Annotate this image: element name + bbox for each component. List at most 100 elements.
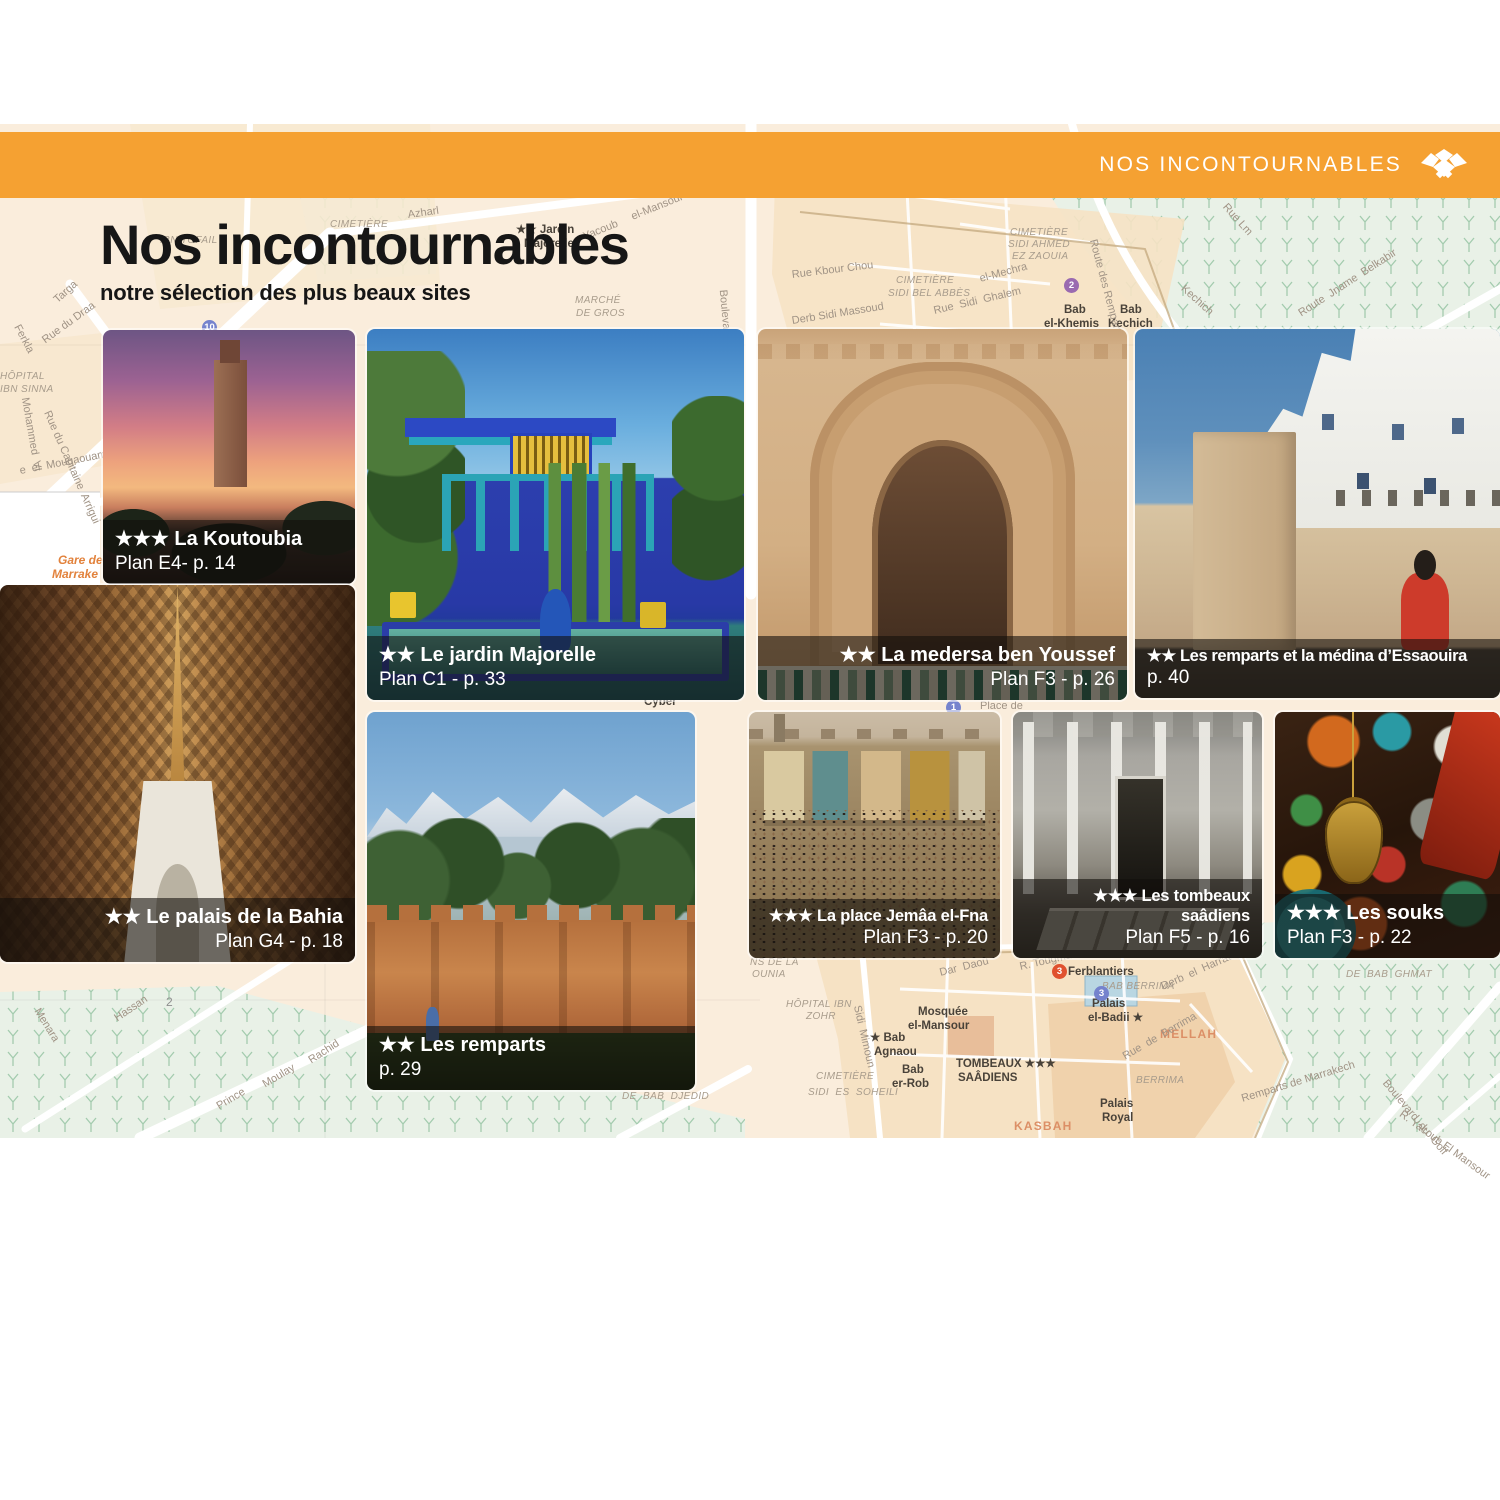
site-plan-ref: Plan F3 - p. 22 [1287,926,1488,949]
map-label: el-Mechra [979,262,1029,286]
photo-caption: ★★★ Les souks Plan F3 - p. 22 [1275,894,1500,958]
map-label: IBN SINNA [0,385,54,396]
map-label: Rue Lm [1220,202,1254,238]
photo-art-shape [1414,550,1436,580]
map-label: CIMETIÈRE [896,276,954,287]
map-label: Bab [1064,304,1086,316]
map-label: Rue du Draa [41,300,98,346]
photo-art-shape [1452,418,1464,434]
map-label: DE BAB GHMAT [1346,970,1432,981]
photo-art-shape [758,344,1127,359]
map-marker: 3 [1094,986,1109,1001]
photo-caption: ★★ Le palais de la Bahia Plan G4 - p. 18 [0,898,355,962]
star-rating: ★★ [1147,647,1176,665]
site-plan-ref: p. 29 [379,1058,683,1081]
chapter-title: NOS INCONTOURNABLES [1099,153,1402,177]
star-rating: ★★★ [1093,887,1137,905]
map-label: SIDI ES SOHEILI [808,1088,898,1099]
map-label: CIMETIÈRE [816,1072,874,1083]
map-label: Route Jname Belkabir [1297,248,1399,320]
page-subtitle: notre sélection des plus beaux sites [100,280,628,306]
page-title-block: Nos incontournables notre sélection des … [100,216,628,306]
site-plan-ref: Plan F3 - p. 20 [761,926,988,949]
site-name: La Koutoubia [174,528,302,550]
map-label: HÔPITAL IBN [786,1000,852,1011]
map-label: Ferkla [11,323,36,355]
map-label: NS DE LA [750,958,799,969]
star-rating: ★★★ [769,907,813,925]
map-label: Remparts de Marrakech [1240,1060,1356,1106]
map-marker: 3 [1052,964,1067,979]
map-label: Menara [31,1007,61,1045]
site-plan-ref: p. 40 [1147,666,1488,689]
site-name: Les remparts [420,1034,546,1056]
photo-art-shape [367,905,695,922]
photo-art-shape [672,396,744,604]
site-plan-ref: Plan F3 - p. 26 [770,668,1115,691]
map-label: Rue Kbour Chou [791,260,874,281]
photo-art-shape [774,714,785,741]
site-name: Les tombeaux saâdiens [1141,887,1250,925]
photo-art-shape [1417,712,1500,881]
map-label: Rachid [307,1038,342,1066]
map-label: Palais [1100,1098,1133,1110]
photo-art-shape [1352,712,1354,805]
map-label: Royal [1102,1112,1133,1124]
photo-art-shape [764,751,985,820]
map-label: Agnaou [874,1046,917,1058]
map-label: Place de [980,701,1023,713]
card-les-remparts: ★★ Les remparts p. 29 [367,712,695,1090]
site-name: Les souks [1346,902,1444,924]
star-rating: ★★ [840,644,876,666]
map-label: R. Yacoub El Mansour [1397,1109,1492,1182]
star-rating: ★★★ [1287,902,1341,924]
guide-page: IBN TOFAILCIMETIÈRE★★ JardinMajorelleMAR… [0,0,1500,1500]
map-label: Marrake [52,568,98,581]
map-label: ★ Bab [870,1032,905,1044]
map-label: Mosquée [918,1006,968,1018]
map-label: CIMETIÈRE [1010,228,1068,239]
photo-caption: ★★ Les remparts et la médina d’Essaouira… [1135,639,1500,698]
photo-caption: ★★ Les remparts p. 29 [367,1026,695,1090]
map-label: Dar Daou [939,956,990,979]
site-plan-ref: Plan C1 - p. 33 [379,668,732,691]
handshake-icon [1418,145,1470,185]
map-label: HÔPITAL [0,372,45,383]
chapter-header-bar: NOS INCONTOURNABLES [0,132,1500,198]
map-label: el-Badii ★ [1088,1012,1143,1024]
photo-art-shape [749,729,1000,739]
map-label: 2 [166,996,173,1009]
photo-caption: ★★★ La place Jemâa el-Fna Plan F3 - p. 2… [749,899,1000,958]
map-label: Gare de [58,554,103,567]
star-rating: ★★★ [115,528,169,550]
photo-art-shape [1325,801,1384,885]
map-label: Bab [1120,304,1142,316]
photo-caption: ★★ La medersa ben Youssef Plan F3 - p. 2… [758,636,1127,700]
map-label: Ferblantiers [1068,966,1134,978]
map-label: Hassan [113,994,150,1024]
site-name: Le jardin Majorelle [420,644,596,666]
photo-caption: ★★★ La Koutoubia Plan E4- p. 14 [103,520,355,584]
photo-art-shape [367,920,695,1037]
map-label: BERRIMA [1136,1076,1184,1087]
map-marker: 2 [1064,278,1079,293]
photo-art-shape [390,592,416,618]
map-label: TOMBEAUX ★★★ [956,1058,1056,1070]
map-label: Targa [52,279,80,306]
map-label: Kechich [1178,283,1215,318]
photo-art-shape [170,585,184,789]
card-place-jemaa-el-fna: ★★★ La place Jemâa el-Fna Plan F3 - p. 2… [749,712,1000,958]
site-plan-ref: Plan G4 - p. 18 [12,930,343,953]
photo-art-shape [1193,432,1295,650]
star-rating: ★★ [379,1034,415,1056]
map-label: SAÂDIENS [958,1072,1017,1084]
map-label: Derb Sidi Massoud [791,302,885,328]
card-remparts-essaouira: ★★ Les remparts et la médina d’Essaouira… [1135,329,1500,698]
map-label: ZOHR [806,1012,836,1023]
map-label: Derb el Harrat [1160,952,1233,993]
site-name: Le palais de la Bahia [146,906,343,928]
map-label: Prince [215,1087,248,1113]
photo-caption: ★★★ Les tombeaux saâdiens Plan F5 - p. 1… [1013,879,1262,958]
map-label: Bab [902,1064,924,1076]
map-label: DE BAB DJEDID [622,1092,709,1103]
